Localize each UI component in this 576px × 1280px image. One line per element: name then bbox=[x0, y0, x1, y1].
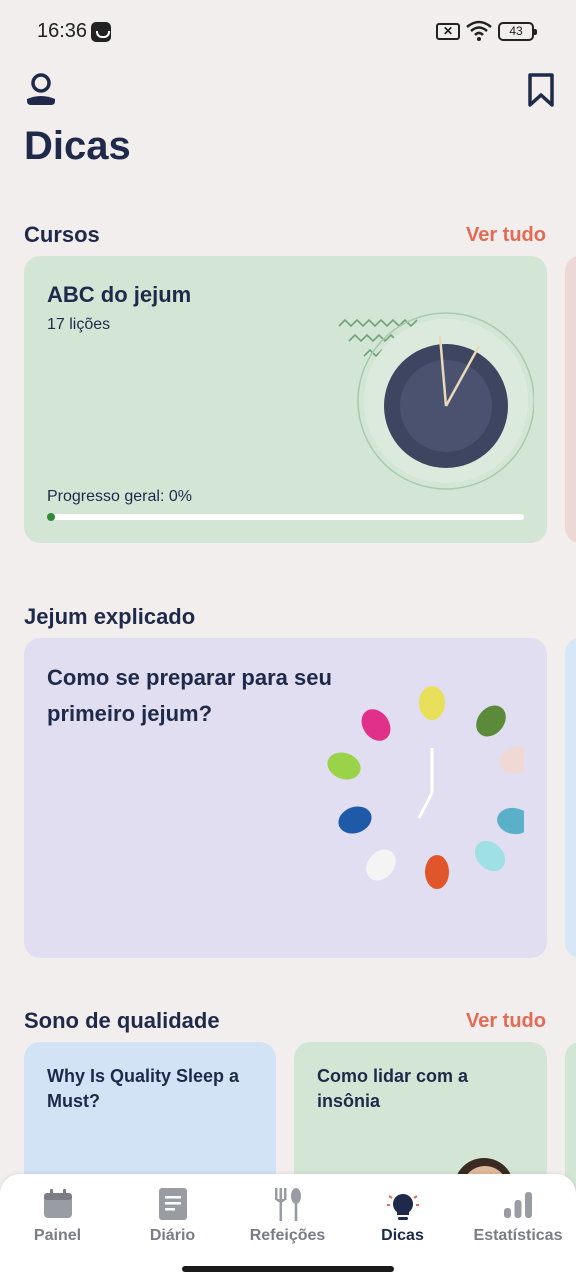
bookmark-icon[interactable] bbox=[525, 72, 557, 108]
calendar-icon bbox=[43, 1189, 72, 1218]
profile-icon[interactable] bbox=[24, 72, 58, 108]
next-course-card-peek[interactable] bbox=[565, 256, 576, 543]
nav-label: Dicas bbox=[381, 1227, 424, 1244]
page-title: Dicas bbox=[24, 124, 131, 168]
next-fasting-card-peek[interactable] bbox=[565, 638, 576, 958]
sleep-article-title: Como lidar com a insônia bbox=[317, 1066, 469, 1111]
course-card[interactable]: ABC do jejum 17 lições Progresso geral: … bbox=[24, 256, 547, 543]
nav-item-refeicoes[interactable]: Refeições bbox=[230, 1174, 345, 1254]
nav-item-painel[interactable]: Painel bbox=[0, 1174, 115, 1254]
fasting-article-card[interactable]: Como se preparar para seu primeiro jejum… bbox=[24, 638, 547, 958]
battery-indicator: 43 bbox=[498, 22, 537, 41]
course-progress-bar bbox=[47, 513, 524, 521]
lightbulbs-illustration bbox=[327, 686, 524, 889]
course-title: ABC do jejum bbox=[47, 282, 192, 307]
status-time: 16:36 bbox=[37, 20, 88, 42]
nav-label: Estatísticas bbox=[473, 1227, 563, 1244]
section-title-fasting-explained: Jejum explicado bbox=[24, 604, 196, 629]
home-indicator[interactable] bbox=[182, 1266, 394, 1272]
sleep-article-title: Why Is Quality Sleep a Must? bbox=[47, 1066, 240, 1111]
nav-label: Refeições bbox=[249, 1227, 326, 1244]
nav-item-estatisticas[interactable]: Estatísticas bbox=[460, 1174, 576, 1254]
course-progress-fill bbox=[47, 513, 55, 521]
sleep-see-all-link[interactable]: Ver tudo bbox=[466, 1010, 546, 1033]
bar-chart-icon bbox=[504, 1192, 532, 1218]
bottom-navigation: Painel Diário Refeições Dicas Estatístic… bbox=[0, 1174, 576, 1280]
status-bar: 16:36 ✕ 43 bbox=[0, 0, 576, 64]
nav-label: Diário bbox=[149, 1227, 196, 1244]
nav-item-dicas[interactable]: Dicas bbox=[345, 1174, 460, 1254]
nav-item-diario[interactable]: Diário bbox=[115, 1174, 230, 1254]
section-title-sleep: Sono de qualidade bbox=[24, 1008, 220, 1033]
course-progress-label: Progresso geral: 0% bbox=[47, 488, 192, 505]
nav-label: Painel bbox=[33, 1227, 82, 1244]
section-title-courses: Cursos bbox=[24, 222, 100, 247]
clock-illustration bbox=[338, 312, 534, 490]
lightbulb-icon bbox=[386, 1194, 419, 1220]
wifi-icon bbox=[466, 20, 492, 41]
fork-spoon-icon bbox=[274, 1188, 301, 1221]
no-sim-icon: ✕ bbox=[436, 23, 460, 40]
notification-icon bbox=[91, 22, 111, 42]
course-lessons-count: 17 lições bbox=[47, 316, 111, 333]
courses-see-all-link[interactable]: Ver tudo bbox=[466, 224, 546, 247]
journal-icon bbox=[158, 1188, 187, 1220]
